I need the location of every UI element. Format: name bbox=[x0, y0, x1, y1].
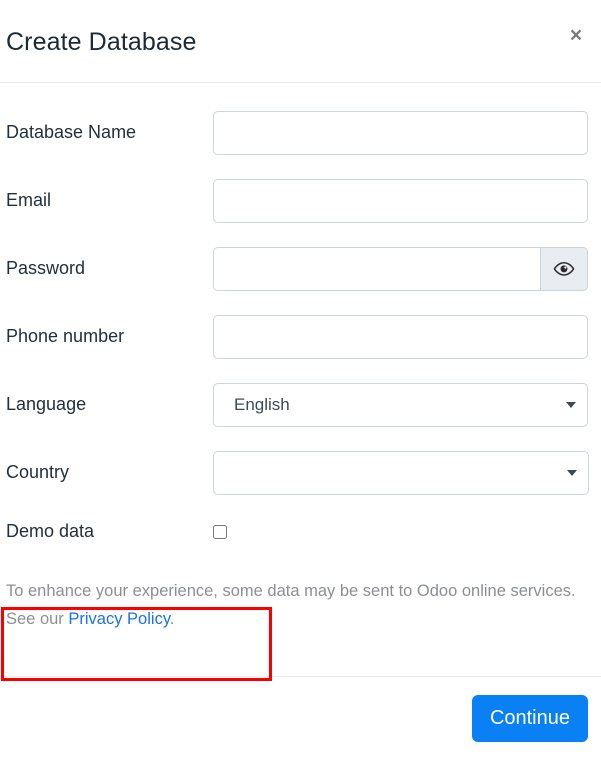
password-input-group bbox=[213, 247, 588, 291]
privacy-policy-link[interactable]: Privacy Policy bbox=[68, 610, 169, 628]
close-button[interactable]: × bbox=[561, 20, 591, 50]
password-input[interactable] bbox=[213, 247, 541, 291]
form-row-password: Password bbox=[0, 247, 601, 291]
label-phone-number: Phone number bbox=[6, 326, 125, 347]
dialog-header: Create Database × bbox=[0, 0, 601, 83]
field-wrap-demo-data bbox=[213, 524, 588, 539]
privacy-notice: To enhance your experience, some data ma… bbox=[0, 577, 601, 634]
chevron-down-icon bbox=[567, 470, 577, 476]
phone-number-input[interactable] bbox=[213, 315, 588, 359]
form-row-database-name: Database Name bbox=[0, 111, 601, 155]
continue-button[interactable]: Continue bbox=[471, 694, 588, 742]
field-wrap-email bbox=[213, 179, 588, 223]
form-row-phone-number: Phone number bbox=[0, 315, 601, 359]
label-language: Language bbox=[6, 394, 87, 415]
page-title: Create Database bbox=[6, 27, 197, 56]
dialog-footer: Continue bbox=[0, 676, 601, 759]
form-row-demo-data: Demo data bbox=[0, 521, 601, 543]
field-wrap-database-name bbox=[213, 111, 588, 155]
form-row-language: Language English bbox=[0, 383, 601, 427]
field-wrap-country bbox=[213, 451, 589, 495]
demo-data-checkbox[interactable] bbox=[213, 524, 227, 539]
field-wrap-password bbox=[213, 247, 588, 291]
label-demo-data: Demo data bbox=[6, 521, 95, 541]
privacy-notice-text-after: . bbox=[169, 609, 175, 628]
form-row-country: Country bbox=[0, 451, 601, 495]
chevron-down-icon bbox=[566, 402, 576, 408]
label-email: Email bbox=[6, 190, 52, 211]
country-select[interactable] bbox=[213, 451, 589, 495]
form-row-email: Email bbox=[0, 179, 601, 223]
toggle-password-visibility-button[interactable] bbox=[540, 247, 588, 291]
database-name-input[interactable] bbox=[213, 111, 588, 155]
language-select-value: English bbox=[234, 395, 290, 414]
create-database-dialog: Create Database × Database Name Email Pa… bbox=[0, 0, 601, 759]
email-input[interactable] bbox=[213, 179, 588, 223]
eye-icon bbox=[553, 262, 575, 276]
label-password: Password bbox=[6, 258, 86, 279]
dialog-body: Database Name Email Password Phone numbe… bbox=[0, 83, 601, 681]
language-select[interactable]: English bbox=[213, 383, 588, 427]
close-icon: × bbox=[569, 23, 583, 47]
label-country: Country bbox=[6, 462, 70, 483]
field-wrap-phone-number bbox=[213, 315, 588, 359]
field-wrap-language: English bbox=[213, 383, 588, 427]
label-database-name: Database Name bbox=[6, 122, 137, 143]
